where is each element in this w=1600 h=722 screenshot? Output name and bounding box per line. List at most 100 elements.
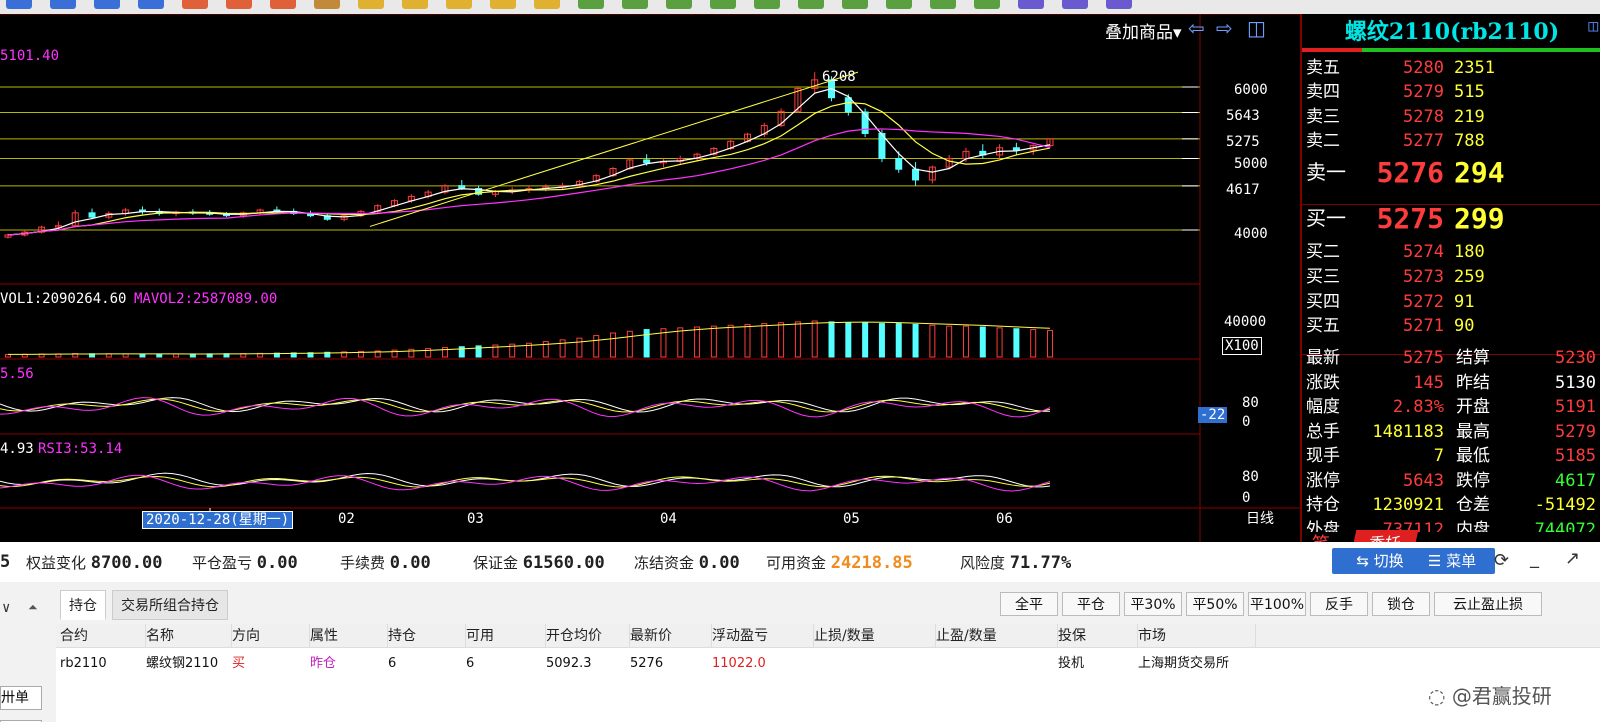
date-axis-02: 02 — [338, 511, 355, 527]
table-cell: 11022.0 — [712, 656, 766, 671]
stat-value: 5643 — [1403, 470, 1444, 491]
volume-bar — [761, 323, 768, 358]
tab-exchange-combo[interactable]: 交易所组合持仓 — [112, 590, 228, 620]
kline-chart-area[interactable]: 叠加商品▾ ⇦ ⇨ ◫ 5101.40 VOL1:2090264.60 MAVO… — [0, 14, 1300, 542]
account-item-0: 5 — [0, 552, 11, 572]
toolbar-button[interactable] — [50, 0, 76, 9]
stat-label: 最新 — [1306, 348, 1340, 368]
stat-label: 跌停 — [1456, 470, 1490, 491]
prev-arrow-icon[interactable]: ⇦ — [1188, 16, 1205, 40]
toolbar-button[interactable] — [710, 0, 736, 9]
stat-value: 145 — [1413, 372, 1444, 393]
menu-button[interactable]: ☰ 菜单 — [1409, 548, 1495, 574]
toolbar-button[interactable] — [358, 0, 384, 9]
action-button[interactable]: 平50% — [1186, 592, 1244, 616]
table-cell: 5092.3 — [546, 656, 592, 671]
tab-positions[interactable]: 持仓 — [60, 590, 106, 620]
toolbar-button[interactable] — [6, 0, 32, 9]
action-button[interactable]: 全平 — [1000, 592, 1058, 616]
price-axis-6000: 6000 — [1234, 82, 1268, 98]
toolbar-button[interactable] — [798, 0, 824, 9]
toolbar-button[interactable] — [226, 0, 252, 9]
toolbar-button[interactable] — [974, 0, 1000, 9]
stat-value: 5230 — [1555, 348, 1596, 368]
volume-bar — [1030, 329, 1037, 358]
layout-toggle-icon[interactable]: ◫ — [1247, 16, 1266, 40]
table-cell: 6 — [466, 656, 475, 671]
cursor-date-label: 2020-12-28(星期一) — [142, 511, 294, 529]
stat-label: 持仓 — [1306, 495, 1340, 515]
date-axis-06: 06 — [996, 511, 1013, 527]
toolbar-button[interactable] — [270, 0, 296, 9]
stat-value: -51492 — [1534, 495, 1596, 515]
upload-icon[interactable]: ⏶ — [28, 600, 38, 615]
collapse-icon[interactable]: ∨ — [2, 600, 10, 616]
price-axis-4000: 4000 — [1234, 226, 1268, 242]
side-order-button-1[interactable]: 卅单 — [0, 686, 42, 710]
toolbar-button[interactable] — [94, 0, 120, 9]
toolbar-button[interactable] — [754, 0, 780, 9]
stat-label: 现手 — [1306, 446, 1340, 466]
table-row[interactable]: rb2110 螺纹钢2110 买 昨仓 6 6 5092.3 5276 11022.0 投机 上海期… — [56, 624, 1600, 671]
toolbar-button[interactable] — [402, 0, 428, 9]
action-button[interactable]: 反手 — [1310, 592, 1368, 616]
toolbar-button[interactable] — [490, 0, 516, 9]
positions-table: 合约 名称 方向 属性 持仓 可用 开仓均价 最新价 浮动盈亏 止损/数量 止盈/数量 投保 市场 rb… — [56, 624, 1600, 722]
rsi-line — [0, 475, 1051, 488]
toolbar-button[interactable] — [622, 0, 648, 9]
volume-bar — [626, 330, 633, 358]
volume-bar — [559, 339, 566, 358]
stat-label: 总手 — [1306, 421, 1340, 442]
margin: 保证金 61560.00 — [473, 553, 605, 573]
refresh-icon[interactable]: ⟳ — [1494, 550, 1509, 571]
toolbar-button[interactable] — [1018, 0, 1044, 9]
volume-bar — [962, 325, 969, 358]
next-arrow-icon[interactable]: ⇨ — [1216, 16, 1233, 40]
action-button[interactable]: 平30% — [1124, 592, 1182, 616]
stats-list: 最新 5275 结算 5230 涨跌 145 昨结 5130 幅度 2.83% 开盘 5191 总手 14… — [1302, 14, 1600, 534]
toolbar-button[interactable] — [314, 0, 340, 9]
action-button[interactable]: 平100% — [1248, 592, 1306, 616]
equity-change: 权益变化 8700.00 — [26, 553, 163, 573]
high-price-label: 6208 — [822, 69, 856, 85]
stat-value: 5279 — [1555, 421, 1596, 442]
volume-bar — [862, 322, 869, 358]
volume-bar — [895, 323, 902, 358]
toolbar-button[interactable] — [842, 0, 868, 9]
vol-unit-label: X100 — [1222, 337, 1262, 355]
toolbar-button[interactable] — [886, 0, 912, 9]
action-button[interactable]: 云止盈止损 — [1434, 592, 1542, 616]
period-label[interactable]: 日线 — [1246, 511, 1274, 527]
volume-bar — [458, 346, 465, 358]
ind-axis-0: 0 — [1242, 414, 1251, 430]
date-axis-04: 04 — [660, 511, 677, 527]
close-pnl: 平仓盈亏 0.00 — [192, 553, 298, 573]
kline-svg[interactable] — [0, 14, 1300, 542]
volume-bar — [441, 347, 448, 358]
table-cell: 上海期货交易所 — [1138, 656, 1230, 671]
toolbar-button[interactable] — [534, 0, 560, 9]
account-bar: 5 权益变化 8700.00 平仓盈亏 0.00 手续费 0.00 保证金 61… — [0, 542, 1600, 582]
action-button[interactable]: 平仓 — [1062, 592, 1120, 616]
toolbar-button[interactable] — [446, 0, 472, 9]
toolbar-button[interactable] — [578, 0, 604, 9]
vol-label: VOL1:2090264.60 — [0, 291, 127, 307]
quote-panel: 螺纹2110(rb2110) ◫ 卖五 5280 2351 卖四 5279 515 卖三 52… — [1300, 14, 1600, 555]
overlay-product-dropdown[interactable]: 叠加商品▾ — [1105, 18, 1182, 43]
toolbar-button[interactable] — [182, 0, 208, 9]
table-cell: 投机 — [1058, 656, 1085, 671]
stat-value: 1481183 — [1372, 421, 1444, 442]
action-button[interactable]: 锁仓 — [1372, 592, 1430, 616]
stat-label: 涨跌 — [1306, 372, 1340, 393]
volume-bar — [173, 353, 180, 358]
expand-icon[interactable]: ↗ — [1565, 548, 1580, 569]
toolbar-button[interactable] — [1106, 0, 1132, 9]
toolbar-button[interactable] — [138, 0, 164, 9]
toolbar-button[interactable] — [930, 0, 956, 9]
toolbar-button[interactable] — [666, 0, 692, 9]
minimize-icon[interactable]: _ — [1530, 548, 1539, 569]
toolbar-button[interactable] — [1062, 0, 1088, 9]
table-cell: 螺纹钢2110 — [146, 656, 219, 671]
indicator-badge: -22 — [1198, 407, 1228, 423]
stat-row: 现手 7 最低 5185 — [1302, 444, 1600, 469]
